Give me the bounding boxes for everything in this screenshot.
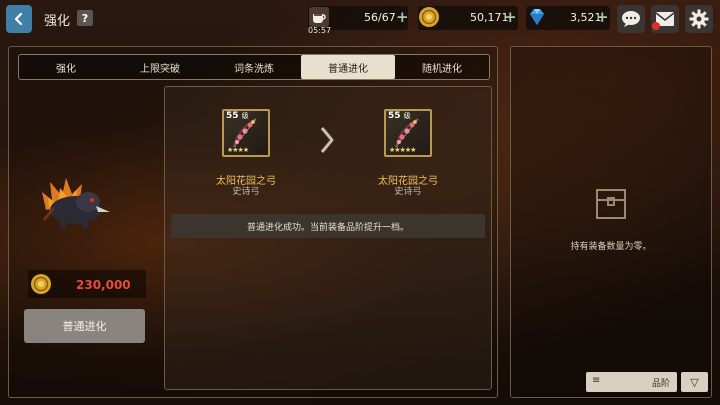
add-stamina-button[interactable]: +: [396, 8, 409, 26]
top-bar: 强化 ? 56/67 + 05:57 50,171 + 3,521 +: [0, 0, 720, 38]
page-title: 强化: [44, 14, 71, 29]
add-gold-button[interactable]: +: [504, 8, 517, 26]
grade-sort-label: 品阶: [652, 379, 671, 389]
stamina-value: 56/67: [364, 11, 396, 24]
result-item-grade: 史诗弓: [394, 187, 422, 197]
chat-button[interactable]: [617, 5, 645, 33]
source-item-grade: 史诗弓: [232, 187, 260, 197]
empty-inventory-message: 持有装备数量为零。: [570, 242, 652, 252]
star-rating: ★★★★: [227, 146, 249, 154]
sort-icon: ≡: [592, 375, 601, 386]
help-button[interactable]: ?: [77, 10, 93, 26]
add-gem-button[interactable]: +: [596, 8, 609, 26]
triangle-down-icon: ▽: [690, 375, 699, 389]
result-message: 普通进化成功。当前装备品阶提升一档。: [171, 214, 485, 238]
chevron-left-icon: [14, 12, 23, 26]
gold-coin-icon: [416, 4, 442, 30]
tab-random-evolution[interactable]: 随机进化: [395, 55, 489, 79]
evolve-button[interactable]: 普通进化: [24, 309, 145, 343]
notification-dot: [652, 22, 660, 30]
diamond-icon: [524, 4, 550, 30]
grade-sort-button[interactable]: ≡ 品阶: [586, 372, 677, 392]
monster-character: [36, 170, 120, 236]
cost-value: 230,000: [76, 278, 131, 292]
gold-coin-icon: [30, 273, 52, 299]
chevron-right-icon: [319, 126, 335, 158]
back-button[interactable]: [6, 5, 32, 33]
filter-button[interactable]: ▽: [681, 372, 708, 392]
gold-counter: 50,171 +: [418, 6, 518, 30]
gem-counter: 3,521 +: [526, 6, 610, 30]
star-rating: ★★★★★: [389, 146, 416, 154]
gear-icon: [689, 9, 709, 29]
chest-icon: [594, 186, 628, 226]
chat-bubble-icon: [622, 11, 640, 27]
tab-normal-evolution[interactable]: 普通进化: [301, 55, 395, 79]
gold-value: 50,171: [470, 11, 509, 24]
tab-reroll[interactable]: 词条洗炼: [207, 55, 301, 79]
settings-button[interactable]: [685, 5, 713, 33]
stamina-timer: 05:57: [308, 26, 332, 35]
result-item-card[interactable]: 55 级 ★★★★★: [384, 109, 432, 157]
tab-limit-break[interactable]: 上限突破: [113, 55, 207, 79]
source-item-card[interactable]: 55 级 ★★★★: [222, 109, 270, 157]
tab-bar: 强化 上限突破 词条洗炼 普通进化 随机进化: [18, 54, 490, 80]
tab-enhance[interactable]: 强化: [19, 55, 113, 79]
